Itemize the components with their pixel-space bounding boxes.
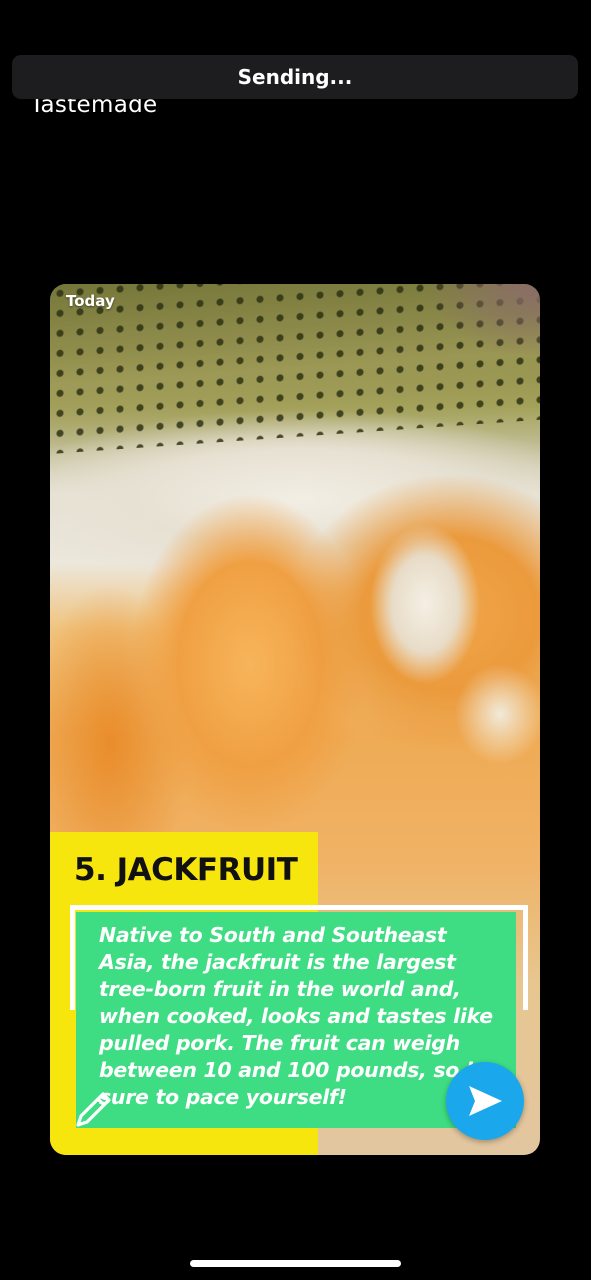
pencil-icon[interactable]: [72, 1087, 116, 1131]
headline: 5. JACKFRUIT: [74, 852, 298, 888]
send-button[interactable]: [446, 1062, 524, 1140]
timestamp-label: Today: [66, 292, 115, 310]
jackfruit-image-shade: [430, 284, 540, 354]
description-text: Native to South and Southeast Asia, the …: [99, 923, 494, 1109]
send-arrow-icon: [469, 1086, 502, 1116]
sending-status-bar: Sending...: [12, 55, 578, 99]
story-preview-card[interactable]: Today 5. JACKFRUIT Native to South and S…: [50, 284, 540, 1155]
sending-status-text: Sending...: [237, 65, 353, 89]
home-indicator[interactable]: [190, 1260, 401, 1267]
